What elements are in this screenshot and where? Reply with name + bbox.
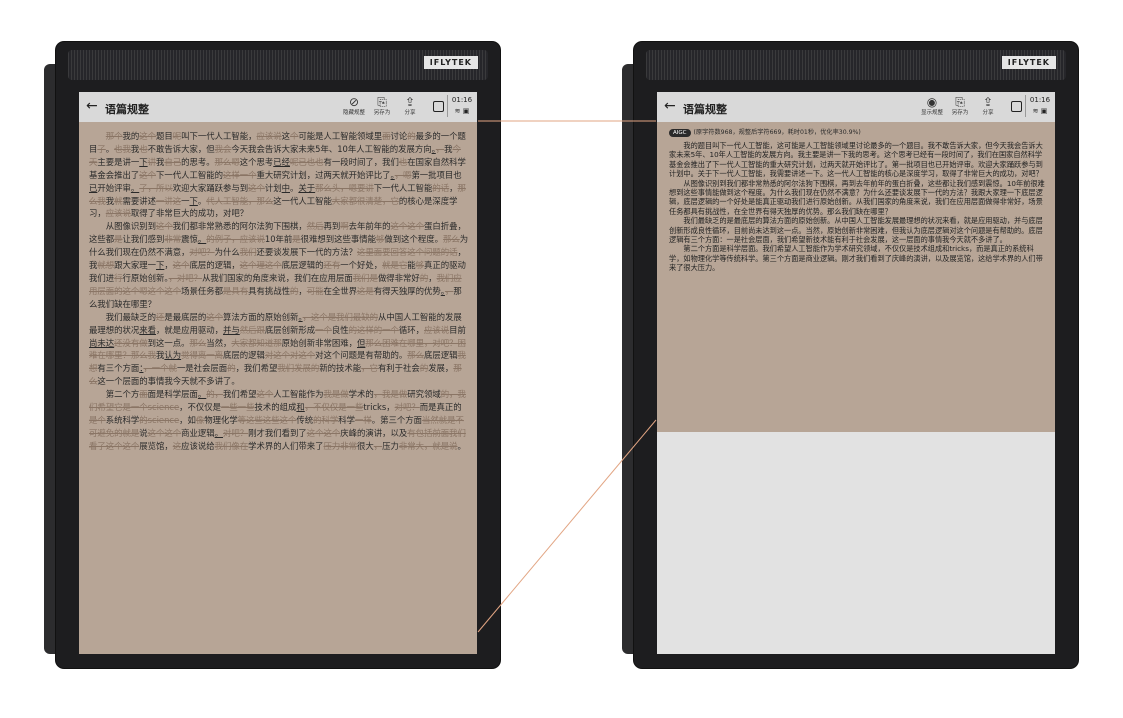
connector-line-bottom <box>477 419 657 633</box>
zoom-connector-lines <box>477 120 657 633</box>
